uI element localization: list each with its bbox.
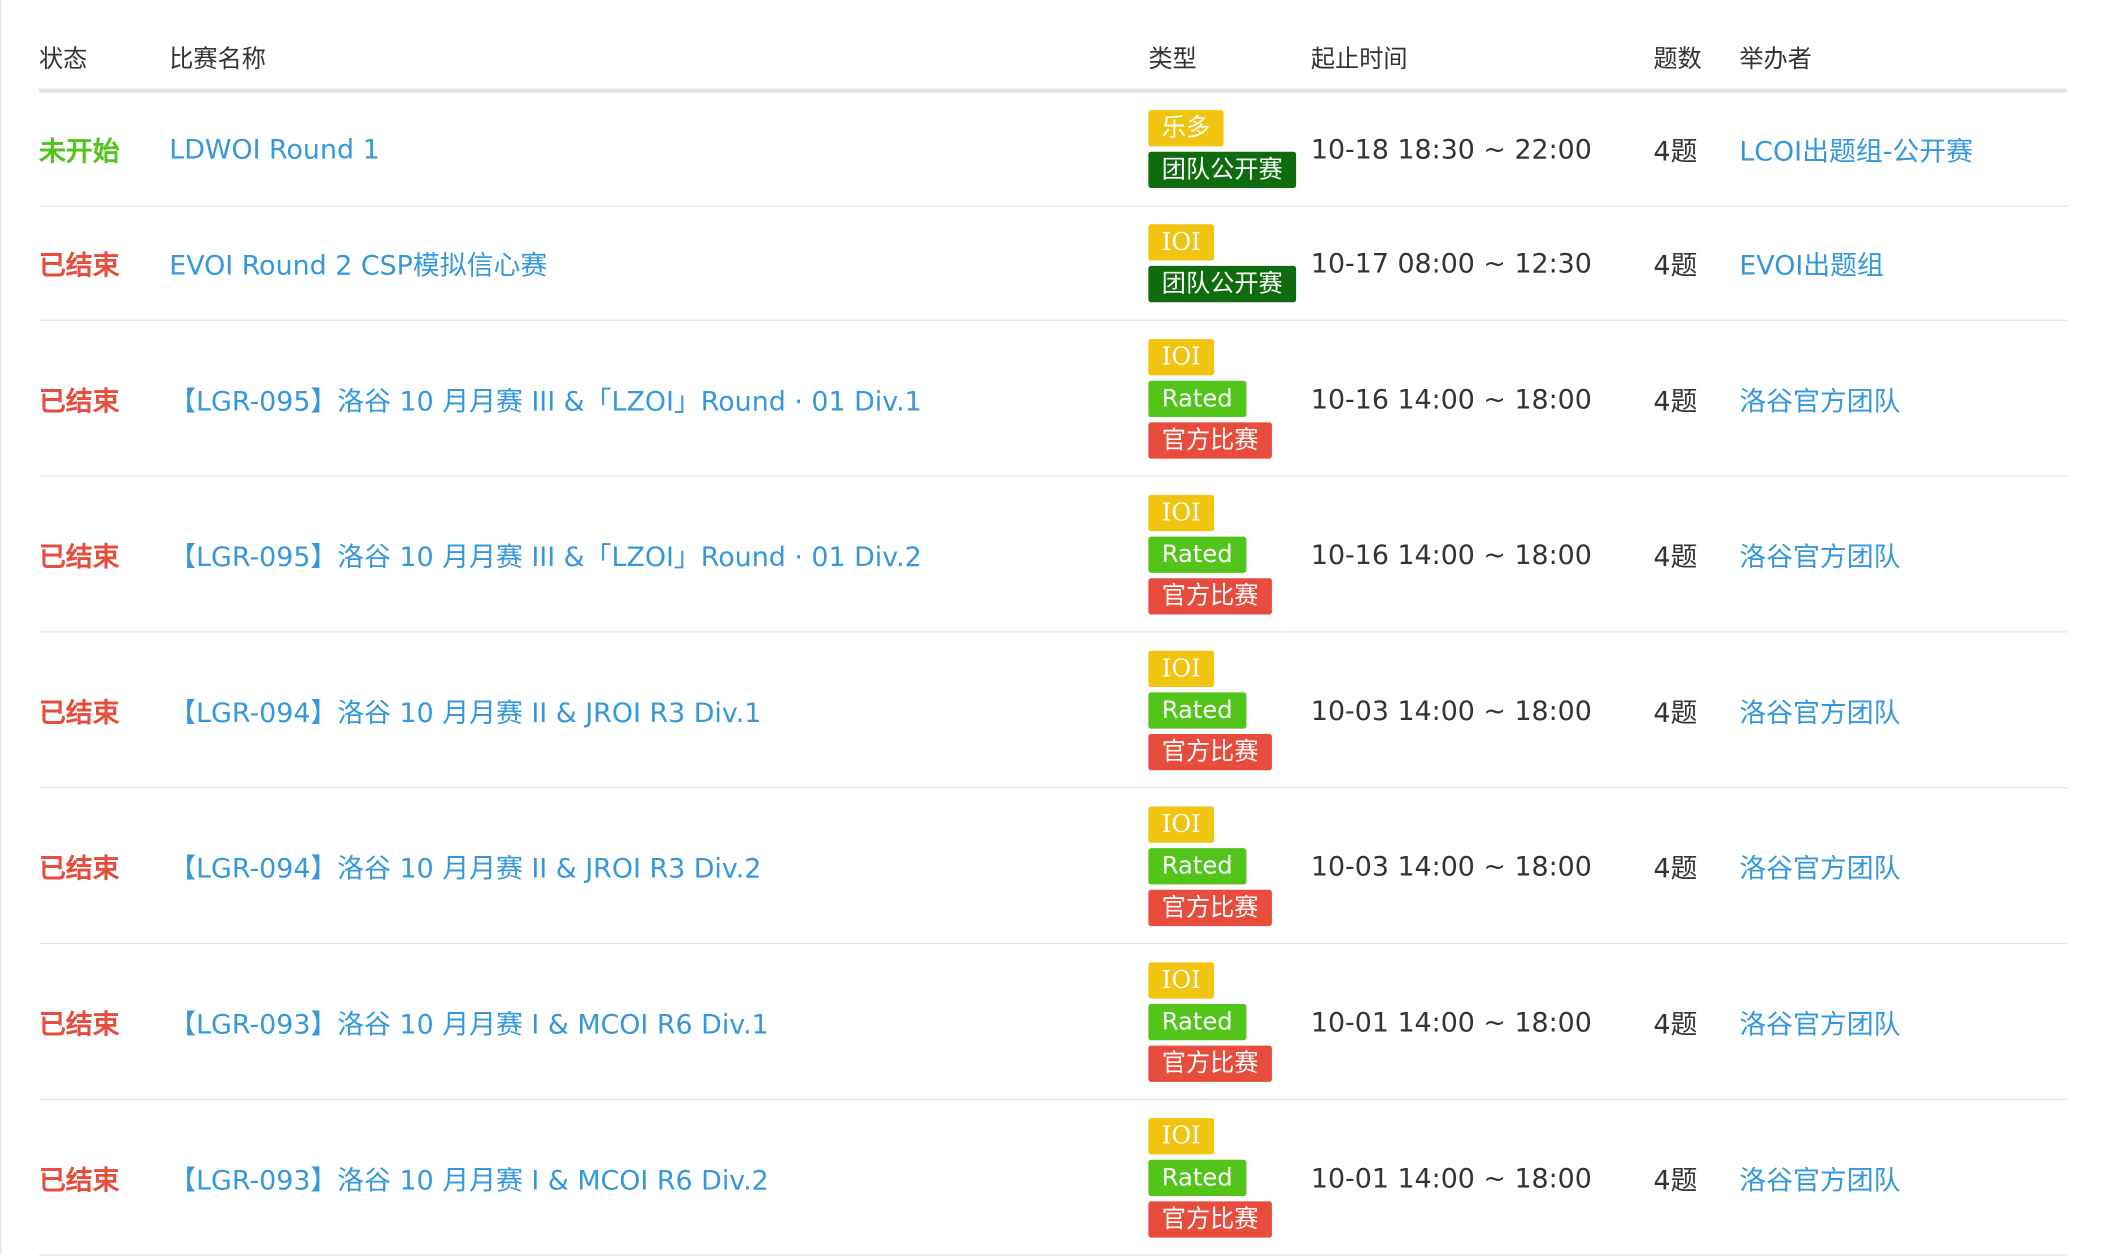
header-organizer: 举办者: [1739, 45, 1812, 74]
organizer-link[interactable]: 洛谷官方团队: [1739, 1002, 1900, 1041]
contest-status: 已结束: [38, 539, 120, 573]
header-count: 题数: [1653, 45, 1702, 74]
contest-type-tags: IOI Rated 官方比赛: [1148, 338, 1272, 458]
tag-rated: Rated: [1148, 691, 1246, 728]
organizer-link[interactable]: 洛谷官方团队: [1739, 379, 1900, 418]
tag-ioi: IOI: [1148, 224, 1215, 261]
problem-count: 4题: [1653, 384, 1698, 417]
tag-ioi: IOI: [1148, 338, 1215, 375]
organizer-link[interactable]: 洛谷官方团队: [1739, 846, 1900, 885]
contest-name-link[interactable]: 【LGR-093】洛谷 10 月月赛 I & MCOI R6 Div.2: [169, 1158, 769, 1197]
organizer-link[interactable]: 洛谷官方团队: [1739, 1158, 1900, 1197]
problem-count: 4题: [1653, 134, 1698, 168]
organizer-link[interactable]: 洛谷官方团队: [1739, 535, 1900, 574]
table-header: 状态 比赛名称 类型 起止时间 题数 举办者: [38, 0, 2068, 93]
contest-type-tags: IOI Rated 官方比赛: [1148, 1117, 1272, 1237]
contest-time: 10-16 14:00 ~ 18:00: [1310, 382, 1592, 415]
contest-type-tags: IOI Rated 官方比赛: [1148, 650, 1272, 770]
contest-list-page: 状态 比赛名称 类型 起止时间 题数 举办者 未开始 LDWOI Round 1 乐…: [0, 0, 2106, 1256]
contest-type-tags: IOI 团队公开赛: [1148, 224, 1297, 303]
header-name: 比赛名称: [169, 45, 266, 74]
problem-count: 4题: [1653, 851, 1698, 884]
tag-rated: Rated: [1148, 535, 1246, 573]
tag-official: 官方比赛: [1148, 1044, 1272, 1082]
contest-name-link[interactable]: 【LGR-095】洛谷 10 月月赛 III &「LZOI」Round · 01…: [169, 535, 921, 574]
organizer-link[interactable]: 洛谷官方团队: [1739, 690, 1900, 729]
contest-type-tags: IOI Rated 官方比赛: [1148, 494, 1272, 614]
contest-status: 未开始: [38, 134, 120, 168]
tag-rated: Rated: [1148, 1003, 1246, 1040]
header-status: 状态: [38, 45, 88, 74]
tag-ioi: IOI: [1148, 1117, 1215, 1154]
problem-count: 4题: [1653, 249, 1698, 282]
table-row: 已结束 【LGR-093】洛谷 10 月月赛 I & MCOI R6 Div.1 I…: [38, 944, 2068, 1100]
tag-team: 团队公开赛: [1148, 151, 1297, 189]
tag-official: 官方比赛: [1148, 889, 1272, 926]
contest-status: 已结束: [38, 384, 120, 417]
contest-time: 10-01 14:00 ~ 18:00: [1310, 1161, 1592, 1194]
table-row: 已结束 【LGR-094】洛谷 10 月月赛 II & JROI R3 Div.2…: [38, 788, 2068, 945]
table-row: 已结束 【LGR-095】洛谷 10 月月赛 III &「LZOI」Round ·…: [38, 321, 2068, 477]
organizer-link[interactable]: LCOI出题组-公开赛: [1739, 130, 1973, 169]
table-row: 未开始 LDWOI Round 1 乐多团队公开赛 10-18 18:30 ~ 22:…: [38, 93, 2068, 207]
tag-official: 官方比赛: [1148, 1200, 1272, 1237]
problem-count: 4题: [1653, 539, 1698, 573]
problem-count: 4题: [1653, 1163, 1698, 1196]
tag-ledo: 乐多: [1148, 110, 1224, 147]
contest-name-link[interactable]: 【LGR-094】洛谷 10 月月赛 II & JROI R3 Div.1: [169, 690, 761, 729]
table-row: 已结束 【LGR-095】洛谷 10 月月赛 III &「LZOI」Round ·…: [38, 477, 2068, 633]
header-type: 类型: [1148, 45, 1197, 74]
tag-rated: Rated: [1148, 380, 1246, 417]
tag-rated: Rated: [1148, 847, 1246, 884]
contest-table: 状态 比赛名称 类型 起止时间 题数 举办者 未开始 LDWOI Round 1 乐…: [38, 0, 2068, 1256]
contest-type-tags: IOI Rated 官方比赛: [1148, 961, 1272, 1082]
tag-official: 官方比赛: [1148, 421, 1272, 458]
tag-ioi: IOI: [1148, 961, 1215, 998]
problem-count: 4题: [1653, 695, 1698, 728]
tag-ioi: IOI: [1148, 494, 1215, 531]
table-body: 未开始 LDWOI Round 1 乐多团队公开赛 10-18 18:30 ~ 22:…: [38, 93, 2068, 1256]
contest-time: 10-03 14:00 ~ 18:00: [1310, 693, 1592, 726]
contest-status: 已结束: [38, 1007, 120, 1040]
table-row: 已结束 【LGR-093】洛谷 10 月月赛 I & MCOI R6 Div.2 I…: [38, 1100, 2068, 1256]
contest-status: 已结束: [38, 1163, 120, 1196]
contest-time: 10-03 14:00 ~ 18:00: [1310, 849, 1592, 882]
contest-type-tags: IOI Rated 官方比赛: [1148, 805, 1272, 926]
organizer-link[interactable]: EVOI出题组: [1739, 244, 1884, 283]
contest-name-link[interactable]: 【LGR-095】洛谷 10 月月赛 III &「LZOI」Round · 01…: [169, 379, 921, 418]
problem-count: 4题: [1653, 1007, 1698, 1040]
contest-time: 10-16 14:00 ~ 18:00: [1310, 537, 1592, 571]
contest-time: 10-18 18:30 ~ 22:00: [1310, 132, 1592, 166]
table-row: 已结束 【LGR-094】洛谷 10 月月赛 II & JROI R3 Div.1…: [38, 633, 2068, 789]
contest-name-link[interactable]: 【LGR-093】洛谷 10 月月赛 I & MCOI R6 Div.1: [169, 1002, 769, 1041]
contest-type-tags: 乐多 团队公开赛: [1148, 110, 1297, 189]
contest-name-link[interactable]: 【LGR-094】洛谷 10 月月赛 II & JROI R3 Div.2: [169, 846, 761, 885]
tag-team: 团队公开赛: [1148, 265, 1297, 303]
table-row: 已结束 EVOI Round 2 CSP模拟信心赛 IOI 团队公开赛 10-17 08…: [38, 207, 2068, 322]
contest-time: 10-17 08:00 ~ 12:30: [1310, 247, 1592, 280]
contest-status: 已结束: [38, 249, 120, 282]
tag-official: 官方比赛: [1148, 733, 1272, 770]
tag-rated: Rated: [1148, 1159, 1246, 1196]
contest-name-link[interactable]: LDWOI Round 1: [169, 133, 379, 165]
tag-ioi: IOI: [1148, 650, 1215, 687]
tag-official: 官方比赛: [1148, 577, 1272, 614]
tag-ioi: IOI: [1148, 805, 1215, 843]
contest-name-link[interactable]: EVOI Round 2 CSP模拟信心赛: [169, 244, 547, 283]
header-time: 起止时间: [1310, 45, 1408, 74]
contest-time: 10-01 14:00 ~ 18:00: [1310, 1005, 1592, 1038]
contest-status: 已结束: [38, 851, 120, 884]
contest-status: 已结束: [38, 695, 120, 728]
